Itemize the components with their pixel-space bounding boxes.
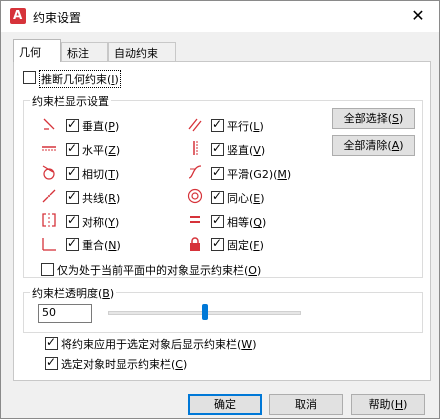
smooth-label: 平滑(G2)(M) xyxy=(227,168,292,181)
collinear-icon xyxy=(41,188,57,204)
ok-button[interactable]: 确定 xyxy=(188,394,262,415)
equal-checkbox[interactable] xyxy=(211,213,224,228)
vertical-label: 竖直(V) xyxy=(227,144,266,157)
horizontal-icon xyxy=(41,140,57,156)
collinear-label: 共线(R) xyxy=(82,192,121,205)
transparency-group-title: 约束栏透明度(B) xyxy=(30,285,117,301)
cancel-button[interactable]: 取消 xyxy=(269,394,343,415)
vertical-icon xyxy=(187,140,203,156)
symmetric-checkbox[interactable] xyxy=(66,213,79,228)
tangent-icon xyxy=(41,164,57,180)
window-title: 约束设置 xyxy=(33,11,82,25)
display-group-title: 约束栏显示设置 xyxy=(30,93,111,109)
constraint-settings-dialog: 约束设置 ✕ 几何 标注 自动约束 推断几何约束(I) 约束栏显示设置 垂 xyxy=(0,0,440,419)
perpendicular-icon xyxy=(41,117,57,133)
only-current-plane-label: 仅为处于当前平面中的对象显示约束栏(O) xyxy=(57,264,262,277)
collinear-checkbox[interactable] xyxy=(66,189,79,204)
concentric-checkbox[interactable] xyxy=(211,189,224,204)
infer-constraints-checkbox[interactable] xyxy=(23,71,36,84)
tangent-checkbox[interactable] xyxy=(66,165,79,180)
transparency-value-input[interactable]: 50 xyxy=(38,304,92,323)
show-after-apply-checkbox[interactable] xyxy=(45,335,58,350)
infer-constraints-label: 推断几何约束(I) xyxy=(39,70,121,88)
tab-autoconstrain[interactable]: 自动约束 xyxy=(108,42,176,61)
clear-all-button[interactable]: 全部清除(A) xyxy=(332,135,415,156)
vertical-checkbox[interactable] xyxy=(211,141,224,156)
show-after-apply-label: 将约束应用于选定对象后显示约束栏(W) xyxy=(61,338,257,351)
symmetric-icon xyxy=(41,212,57,228)
horizontal-label: 水平(Z) xyxy=(82,144,121,157)
title-bar: 约束设置 ✕ xyxy=(1,1,439,32)
help-button[interactable]: 帮助(H) xyxy=(351,394,425,415)
smooth-checkbox[interactable] xyxy=(211,165,224,180)
parallel-icon xyxy=(187,117,203,133)
select-all-button[interactable]: 全部选择(S) xyxy=(332,108,415,129)
fix-label: 固定(F) xyxy=(227,239,264,252)
parallel-label: 平行(L) xyxy=(227,120,264,133)
transparency-slider-thumb[interactable] xyxy=(202,304,208,320)
coincident-checkbox[interactable] xyxy=(66,236,79,251)
symmetric-label: 对称(Y) xyxy=(82,216,120,229)
close-icon[interactable]: ✕ xyxy=(405,4,431,28)
parallel-checkbox[interactable] xyxy=(211,117,224,132)
equal-label: 相等(Q) xyxy=(227,216,267,229)
show-when-selected-label: 选定对象时显示约束栏(C) xyxy=(61,358,188,371)
tangent-label: 相切(T) xyxy=(82,168,120,181)
concentric-label: 同心(E) xyxy=(227,192,265,205)
fix-checkbox[interactable] xyxy=(211,236,224,251)
tab-label: 自动约束 xyxy=(114,47,158,60)
show-when-selected-checkbox[interactable] xyxy=(45,355,58,370)
horizontal-checkbox[interactable] xyxy=(66,141,79,156)
concentric-icon xyxy=(187,188,203,204)
perpendicular-checkbox[interactable] xyxy=(66,117,79,132)
coincident-icon xyxy=(41,236,57,252)
fix-lock-icon xyxy=(187,236,203,252)
smooth-icon xyxy=(187,164,203,180)
tab-label: 几何 xyxy=(19,46,41,59)
tab-geometric[interactable]: 几何 xyxy=(13,39,61,62)
perpendicular-label: 垂直(P) xyxy=(82,120,120,133)
coincident-label: 重合(N) xyxy=(82,239,121,252)
only-current-plane-checkbox[interactable] xyxy=(41,263,54,276)
tab-dimensional[interactable]: 标注 xyxy=(61,42,108,61)
autocad-app-icon xyxy=(10,8,26,24)
tab-label: 标注 xyxy=(67,47,89,60)
equal-icon xyxy=(187,212,203,228)
